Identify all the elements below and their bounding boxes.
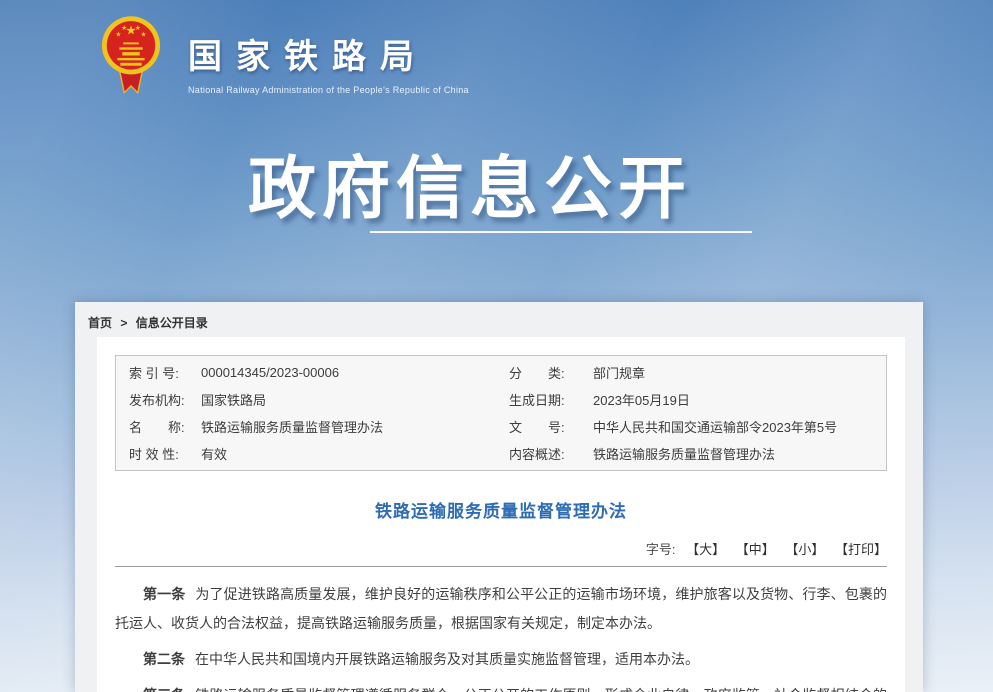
meta-table: 索 引 号: 000014345/2023-00006 分 类: 部门规章 发布… (115, 355, 887, 471)
meta-cell-index-number: 索 引 号: 000014345/2023-00006 (116, 363, 501, 382)
banner-title: 政府信息公开 (150, 133, 790, 232)
meta-row-title: 名 称: 铁路运输服务质量监督管理办法 文 号: 中华人民共和国交通运输部令20… (116, 413, 886, 440)
meta-value: 2023年05月19日 (593, 390, 690, 409)
meta-value: 国家铁路局 (201, 390, 266, 409)
article-text: 在中华人民共和国境内开展铁路运输服务及对其质量实施监督管理，适用本办法。 (195, 651, 699, 667)
font-small-button[interactable]: 【小】 (785, 542, 824, 557)
site-brand: ★ ★ ★ ★ ★ 国家铁路局 National Railway Adminis… (100, 13, 469, 99)
paragraph-article-2: 第二条在中华人民共和国境内开展铁路运输服务及对其质量实施监督管理，适用本办法。 (115, 645, 887, 674)
meta-cell-validity: 时 效 性: 有效 (116, 444, 501, 463)
meta-cell-issuing-agency: 发布机构: 国家铁路局 (116, 390, 501, 409)
breadcrumb: 首页 > 信息公开目录 (75, 302, 923, 331)
article-number: 第一条 (143, 586, 185, 602)
article-text: 为了促进铁路高质量发展，维护良好的运输秩序和公平公正的运输市场环境，维护旅客以及… (115, 586, 887, 631)
meta-label: 时 效 性: (129, 444, 201, 463)
font-medium-button[interactable]: 【中】 (736, 542, 775, 557)
meta-cell-summary: 内容概述: 铁路运输服务质量监督管理办法 (501, 444, 886, 463)
agency-name[interactable]: 国家铁路局 (188, 29, 469, 78)
breadcrumb-separator: > (120, 316, 127, 330)
print-button[interactable]: 【打印】 (835, 542, 887, 557)
meta-row-index: 索 引 号: 000014345/2023-00006 分 类: 部门规章 (116, 359, 886, 386)
document-container: 索 引 号: 000014345/2023-00006 分 类: 部门规章 发布… (97, 337, 905, 692)
document-title: 铁路运输服务质量监督管理办法 (97, 497, 905, 522)
document-body: 第一条为了促进铁路高质量发展，维护良好的运输秩序和公平公正的运输市场环境，维护旅… (97, 567, 905, 692)
meta-row-validity: 时 效 性: 有效 内容概述: 铁路运输服务质量监督管理办法 (116, 440, 886, 467)
meta-cell-document-number: 文 号: 中华人民共和国交通运输部令2023年第5号 (501, 417, 886, 436)
page: ★ ★ ★ ★ ★ 国家铁路局 National Railway Adminis… (0, 0, 993, 692)
meta-cell-category: 分 类: 部门规章 (501, 363, 886, 382)
paragraph-article-1: 第一条为了促进铁路高质量发展，维护良好的运输秩序和公平公正的运输市场环境，维护旅… (115, 580, 887, 638)
meta-label: 文 号: (509, 417, 593, 436)
font-size-label: 字号: (646, 542, 676, 557)
svg-text:★: ★ (121, 24, 127, 32)
meta-label: 索 引 号: (129, 363, 201, 382)
meta-value: 铁路运输服务质量监督管理办法 (593, 444, 775, 463)
meta-label: 生成日期: (509, 390, 593, 409)
meta-label: 名 称: (129, 417, 201, 436)
meta-cell-document-name: 名 称: 铁路运输服务质量监督管理办法 (116, 417, 501, 436)
brand-text: 国家铁路局 National Railway Administration of… (188, 13, 469, 95)
meta-value: 有效 (201, 444, 227, 463)
paragraph-article-3: 第三条铁路运输服务质量监督管理遵循服务群众、公正公开的工作原则，形成企业自律、政… (115, 681, 887, 692)
agency-name-en: National Railway Administration of the P… (188, 85, 469, 95)
svg-text:★: ★ (141, 31, 147, 39)
meta-row-agency: 发布机构: 国家铁路局 生成日期: 2023年05月19日 (116, 386, 886, 413)
meta-value: 部门规章 (593, 363, 645, 382)
article-number: 第二条 (143, 651, 185, 667)
article-number: 第三条 (143, 687, 185, 692)
banner-underline (370, 231, 752, 233)
breadcrumb-home-link[interactable]: 首页 (88, 316, 112, 330)
font-large-button[interactable]: 【大】 (686, 542, 725, 557)
article-text: 铁路运输服务质量监督管理遵循服务群众、公正公开的工作原则，形成企业自律、政府监管… (115, 687, 887, 692)
meta-label: 发布机构: (129, 390, 201, 409)
font-controls: 字号: 【大】 【中】 【小】 【打印】 (97, 539, 905, 558)
content-panel: 首页 > 信息公开目录 索 引 号: 000014345/2023-00006 … (75, 302, 923, 692)
meta-value: 铁路运输服务质量监督管理办法 (201, 417, 383, 436)
meta-cell-issue-date: 生成日期: 2023年05月19日 (501, 390, 886, 409)
meta-value: 中华人民共和国交通运输部令2023年第5号 (593, 417, 837, 436)
national-emblem-icon: ★ ★ ★ ★ ★ (100, 13, 162, 99)
meta-label: 内容概述: (509, 444, 593, 463)
meta-value: 000014345/2023-00006 (201, 365, 339, 380)
meta-label: 分 类: (509, 363, 593, 382)
breadcrumb-current-link[interactable]: 信息公开目录 (136, 316, 208, 330)
